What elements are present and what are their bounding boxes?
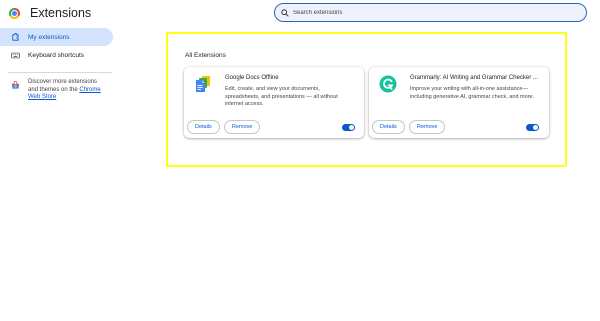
extension-description: Improve your writing with all-in-one ass… xyxy=(410,86,535,100)
sidebar-item-keyboard-shortcuts[interactable]: Keyboard shortcuts xyxy=(0,46,115,64)
grammarly-icon xyxy=(379,75,397,93)
details-button[interactable]: Details xyxy=(372,120,405,134)
extension-name: Grammarly: AI Writing and Grammar Checke… xyxy=(410,75,538,81)
chrome-web-store-icon xyxy=(11,81,20,90)
extension-puzzle-icon xyxy=(11,32,20,42)
remove-button[interactable]: Remove xyxy=(409,120,446,134)
chrome-logo-icon xyxy=(9,8,20,19)
page-title: Extensions xyxy=(30,6,92,20)
extension-name: Google Docs Offline xyxy=(225,75,279,81)
extension-card-google-docs-offline: Google Docs Offline Edit, create, and vi… xyxy=(184,67,364,138)
enable-toggle[interactable] xyxy=(342,124,355,131)
sidebar-divider xyxy=(8,72,112,73)
sidebar-item-label: Keyboard shortcuts xyxy=(28,51,85,59)
details-button[interactable]: Details xyxy=(187,120,220,134)
remove-button[interactable]: Remove xyxy=(224,120,261,134)
search-icon xyxy=(281,8,289,17)
search-input[interactable] xyxy=(293,9,573,16)
extension-card-grammarly: Grammarly: AI Writing and Grammar Checke… xyxy=(369,67,549,138)
extension-description: Edit, create, and view your documents, s… xyxy=(225,86,338,108)
discover-more: Discover more extensions and themes on t… xyxy=(0,79,115,102)
google-docs-offline-icon xyxy=(194,75,212,93)
sidebar-item-label: My extensions xyxy=(28,33,70,41)
keyboard-icon xyxy=(11,51,20,60)
section-title: All Extensions xyxy=(185,52,226,59)
sidebar-item-my-extensions[interactable]: My extensions xyxy=(0,28,113,46)
enable-toggle[interactable] xyxy=(526,124,539,131)
sidebar: My extensions Keyboard shortcuts Discove… xyxy=(0,28,115,102)
search-bar[interactable] xyxy=(274,3,587,22)
